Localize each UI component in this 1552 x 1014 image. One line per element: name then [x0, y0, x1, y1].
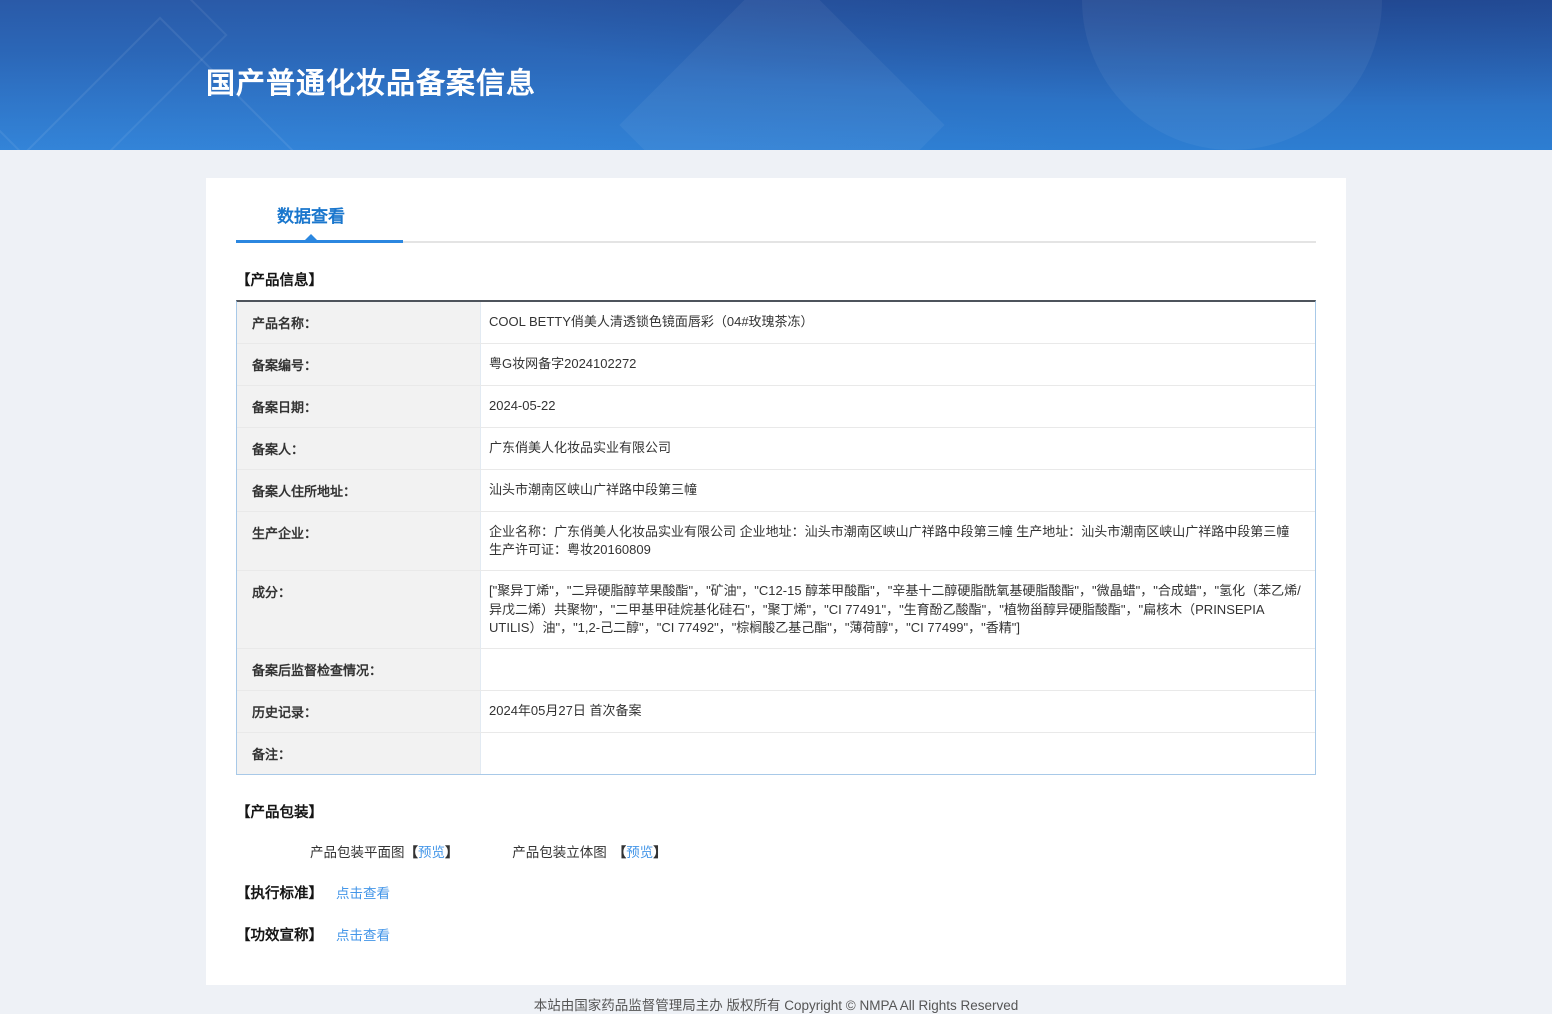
efficacy-view-link[interactable]: 点击查看	[336, 924, 390, 944]
section-title-standards: 【执行标准】	[236, 885, 323, 902]
table-row: 备注：	[237, 732, 1315, 774]
table-row: 成分： ["聚异丁烯"，"二异硬脂醇苹果酸酯"，"矿油"，"C12-15 醇苯甲…	[237, 571, 1315, 649]
tab-bar: 数据查看	[236, 202, 1316, 243]
row-value	[481, 649, 1315, 690]
packaging-stereo-preview-link[interactable]: 预览	[626, 845, 653, 860]
tab-active-underline	[236, 234, 403, 243]
footer-copyright: 本站由国家药品监督管理局主办 版权所有 Copyright © NMPA All…	[533, 997, 1019, 1013]
row-value: COOL BETTY俏美人清透锁色镜面唇彩（04#玫瑰茶冻）	[489, 314, 814, 329]
table-row: 备案日期： 2024-05-22	[237, 386, 1315, 428]
table-row: 产品名称： COOL BETTY俏美人清透锁色镜面唇彩（04#玫瑰茶冻）	[237, 302, 1315, 344]
product-info-table: 产品名称： COOL BETTY俏美人清透锁色镜面唇彩（04#玫瑰茶冻） 备案编…	[236, 300, 1316, 775]
section-title-packaging: 【产品包装】	[236, 804, 323, 821]
row-label: 备案人住所地址：	[237, 470, 481, 511]
bracket-open: 【	[404, 844, 419, 860]
bracket-open: 【	[612, 844, 627, 860]
content-card: 数据查看 【产品信息】 产品名称： COOL BETTY俏美人清透锁色镜面唇彩（…	[206, 178, 1346, 985]
row-value: 企业名称：广东俏美人化妆品实业有限公司 企业地址：汕头市潮南区峡山广祥路中段第三…	[489, 524, 1290, 558]
row-label: 备案人：	[237, 428, 481, 469]
packaging-stereo-group: 产品包装立体图 【预览】	[512, 841, 667, 861]
efficacy-section: 【功效宣称】 点击查看	[236, 924, 1316, 945]
table-row: 历史记录： 2024年05月27日 首次备案	[237, 690, 1315, 733]
standards-view-link[interactable]: 点击查看	[336, 882, 390, 902]
packaging-flat-preview-link[interactable]: 预览	[418, 845, 445, 860]
row-value: 2024年05月27日 首次备案	[489, 702, 642, 718]
row-label: 备案后监督检查情况：	[237, 648, 481, 690]
row-label: 备案日期：	[237, 386, 481, 427]
section-title-efficacy: 【功效宣称】	[236, 927, 323, 944]
table-row: 备案编号： 粤G妆网备字2024102272	[237, 344, 1315, 386]
row-label: 成分：	[237, 571, 481, 648]
row-value: 汕头市潮南区峡山广祥路中段第三幢	[489, 482, 698, 497]
row-label: 历史记录：	[237, 690, 481, 732]
table-row: 备案人住所地址： 汕头市潮南区峡山广祥路中段第三幢	[237, 470, 1315, 512]
bracket-close: 】	[653, 844, 667, 860]
row-label: 备案编号：	[237, 344, 481, 385]
row-value: ["聚异丁烯"，"二异硬脂醇苹果酸酯"，"矿油"，"C12-15 醇苯甲酸酯"，…	[489, 583, 1301, 635]
table-row: 备案人： 广东俏美人化妆品实业有限公司	[237, 428, 1315, 470]
row-label: 备注：	[237, 732, 481, 774]
packaging-flat-group: 产品包装平面图【预览】	[310, 841, 459, 861]
row-label: 产品名称：	[237, 302, 481, 343]
table-row: 生产企业： 企业名称：广东俏美人化妆品实业有限公司 企业地址：汕头市潮南区峡山广…	[237, 512, 1315, 572]
packaging-stereo-label: 产品包装立体图	[512, 844, 607, 860]
row-value: 粤G妆网备字2024102272	[489, 356, 637, 371]
row-value	[481, 733, 1315, 774]
row-value: 广东俏美人化妆品实业有限公司	[489, 440, 672, 455]
row-value: 2024-05-22	[489, 398, 556, 413]
section-title-product-info: 【产品信息】	[236, 273, 323, 289]
standards-section: 【执行标准】 点击查看	[236, 882, 1316, 903]
page-title: 国产普通化妆品备案信息	[206, 68, 537, 100]
decorative-cube	[0, 0, 228, 150]
table-row: 备案后监督检查情况：	[237, 648, 1315, 691]
page-header: 国产普通化妆品备案信息	[0, 0, 1552, 150]
packaging-row: 产品包装平面图【预览】 产品包装立体图 【预览】	[236, 841, 1316, 861]
tab-data-view[interactable]: 数据查看	[277, 202, 345, 227]
packaging-flat-label: 产品包装平面图	[310, 844, 405, 860]
tab-active-triangle	[304, 234, 318, 241]
bracket-close: 】	[445, 844, 459, 860]
row-label: 生产企业：	[237, 512, 481, 571]
